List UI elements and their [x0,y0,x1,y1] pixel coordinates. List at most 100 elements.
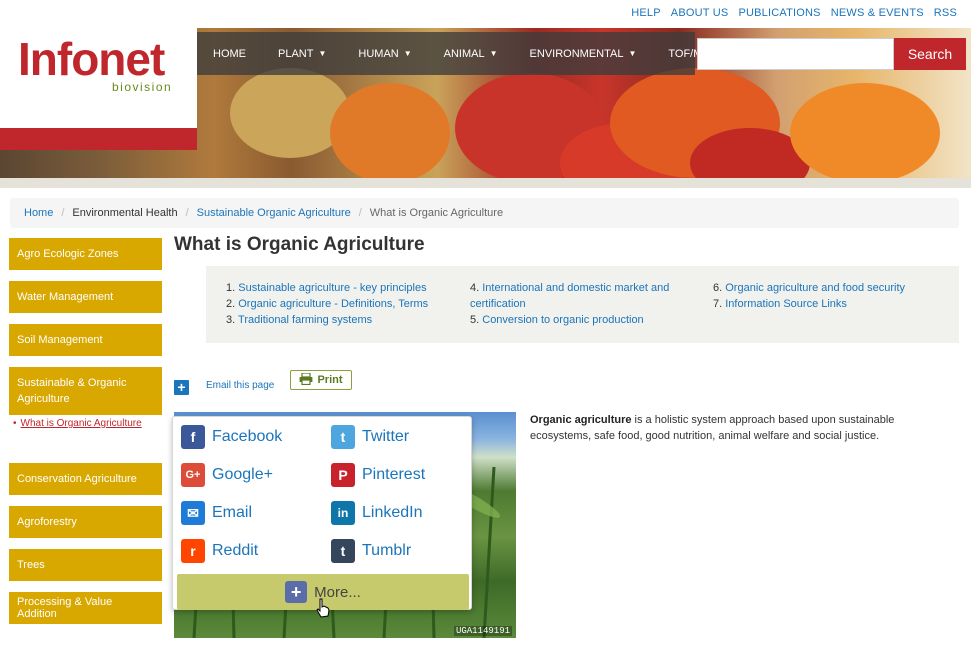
share-label: Email [212,504,253,521]
tumblr-icon: t [331,539,355,563]
article-text: Organic agriculture is a holistic system… [530,412,950,444]
toc-link[interactable]: Sustainable agriculture - key principles [238,282,426,294]
rss-link[interactable]: RSS [934,7,957,19]
sidebar-item-soil-management[interactable]: Soil Management [9,324,162,356]
hand-cursor-icon [316,598,330,618]
facebook-icon: f [181,425,205,449]
share-label: Reddit [212,542,259,559]
bullet-icon: • [13,418,17,429]
share-label: LinkedIn [362,504,423,521]
toc-number: 4. [470,282,480,294]
toc-link[interactable]: Organic agriculture and food security [725,282,905,294]
sidebar-item-processing-value-addition[interactable]: Processing & Value Addition [9,592,162,624]
sidebar-item-label: Soil Management [17,334,103,346]
nav-animal[interactable]: ANIMAL ▼ [428,48,514,60]
toc-column-1: 1. Sustainable agriculture - key princip… [226,280,456,328]
search-input[interactable] [697,38,894,70]
logo-underbar [0,128,197,150]
nav-animal-label: ANIMAL [443,47,485,60]
caret-down-icon: ▼ [403,49,412,58]
nav-human-label: HUMAN [358,47,399,60]
caret-down-icon: ▼ [489,49,498,58]
email-this-page-link[interactable]: Email this page [206,380,274,391]
pinterest-icon: P [331,463,355,487]
reddit-icon: r [181,539,205,563]
toc-item[interactable]: 7. Information Source Links [713,296,948,312]
print-label: Print [317,374,343,386]
nav-human[interactable]: HUMAN ▼ [342,48,427,60]
breadcrumb-separator: / [358,207,362,219]
table-of-contents: 1. Sustainable agriculture - key princip… [206,266,959,343]
nav-environmental-label: ENVIRONMENTAL [529,47,624,60]
toc-item[interactable]: 3. Traditional farming systems [226,312,456,328]
help-link[interactable]: HELP [631,7,661,19]
toc-number: 3. [226,314,236,326]
share-label: Twitter [362,428,410,445]
share-label: Tumblr [362,542,412,559]
utility-links: HELP ABOUT US PUBLICATIONS NEWS & EVENTS… [621,7,957,19]
share-popup: f Facebook t Twitter G+ Google+ P Pinter… [172,416,472,610]
sidebar-item-water-management[interactable]: Water Management [9,281,162,313]
search-button[interactable]: Search [894,38,966,70]
toc-item[interactable]: 6. Organic agriculture and food security [713,280,948,296]
share-reddit[interactable]: r Reddit [181,539,258,563]
article-lead-term: Organic agriculture [530,414,632,426]
publications-link[interactable]: PUBLICATIONS [738,7,820,19]
share-tumblr[interactable]: t Tumblr [331,539,411,563]
sidebar-subitem-label: What is Organic Agriculture [20,418,142,429]
logo[interactable]: Infonet biovision [0,28,197,128]
toc-number: 7. [713,298,723,310]
about-us-link[interactable]: ABOUT US [671,7,729,19]
toc-item[interactable]: 5. Conversion to organic production [470,312,670,328]
share-plus-icon[interactable]: + [174,380,189,395]
share-twitter[interactable]: t Twitter [331,425,409,449]
nav-plant-label: PLANT [278,47,314,60]
sidebar-item-trees[interactable]: Trees [9,549,162,581]
toc-column-3: 6. Organic agriculture and food security… [713,280,948,312]
toc-link[interactable]: International and domestic market and ce… [470,282,669,310]
sidebar-item-conservation-agriculture[interactable]: Conservation Agriculture [9,463,162,495]
nav-environmental[interactable]: ENVIRONMENTAL ▼ [514,48,653,60]
news-events-link[interactable]: NEWS & EVENTS [831,7,924,19]
share-linkedin[interactable]: in LinkedIn [331,501,423,525]
sidebar-item-agroforestry[interactable]: Agroforestry [9,506,162,538]
breadcrumb-current: What is Organic Agriculture [369,207,504,219]
main-nav: HOME PLANT ▼ HUMAN ▼ ANIMAL ▼ ENVIRONMENTAL… [197,32,719,75]
share-label: Pinterest [362,466,426,483]
print-button[interactable]: Print [290,370,352,390]
toc-item[interactable]: 2. Organic agriculture - Definitions, Te… [226,296,456,312]
toc-link[interactable]: Organic agriculture - Definitions, Terms [238,298,428,310]
sidebar-item-label: Conservation Agriculture [17,473,137,485]
share-googleplus[interactable]: G+ Google+ [181,463,273,487]
plus-icon: + [285,581,308,603]
linkedin-icon: in [331,501,355,525]
nav-plant[interactable]: PLANT ▼ [262,48,342,60]
toc-link[interactable]: Traditional farming systems [238,314,372,326]
breadcrumb-sustainable-organic[interactable]: Sustainable Organic Agriculture [197,207,351,219]
search-form: Search [697,38,966,70]
breadcrumb-home[interactable]: Home [24,207,53,219]
site-header: Infonet biovision HOME PLANT ▼ HUMAN ▼ ANI… [0,28,971,178]
sidebar-item-label: Sustainable & Organic Agriculture [17,377,127,405]
share-label: Facebook [212,428,283,445]
nav-home[interactable]: HOME [197,48,262,60]
toc-link[interactable]: Conversion to organic production [482,314,643,326]
sidebar-item-sustainable-organic[interactable]: Sustainable & Organic Agriculture [9,367,162,415]
share-pinterest[interactable]: P Pinterest [331,463,425,487]
sidebar-item-label: Water Management [17,291,114,303]
breadcrumb: Home / Environmental Health / Sustainabl… [10,198,959,228]
email-icon: ✉ [181,501,205,525]
share-email[interactable]: ✉ Email [181,501,252,525]
toc-item[interactable]: 1. Sustainable agriculture - key princip… [226,280,456,296]
caret-down-icon: ▼ [318,49,327,58]
utility-bar: HELP ABOUT US PUBLICATIONS NEWS & EVENTS… [0,0,971,28]
toc-link[interactable]: Information Source Links [725,298,847,310]
share-facebook[interactable]: f Facebook [181,425,282,449]
toc-item[interactable]: 4. International and domestic market and… [470,280,670,312]
twitter-icon: t [331,425,355,449]
breadcrumb-environmental-health: Environmental Health [72,207,178,219]
sidebar-subitem-what-is-organic[interactable]: • What is Organic Agriculture [9,415,162,431]
toc-number: 5. [470,314,480,326]
sidebar-item-agro-ecologic-zones[interactable]: Agro Ecologic Zones [9,238,162,270]
